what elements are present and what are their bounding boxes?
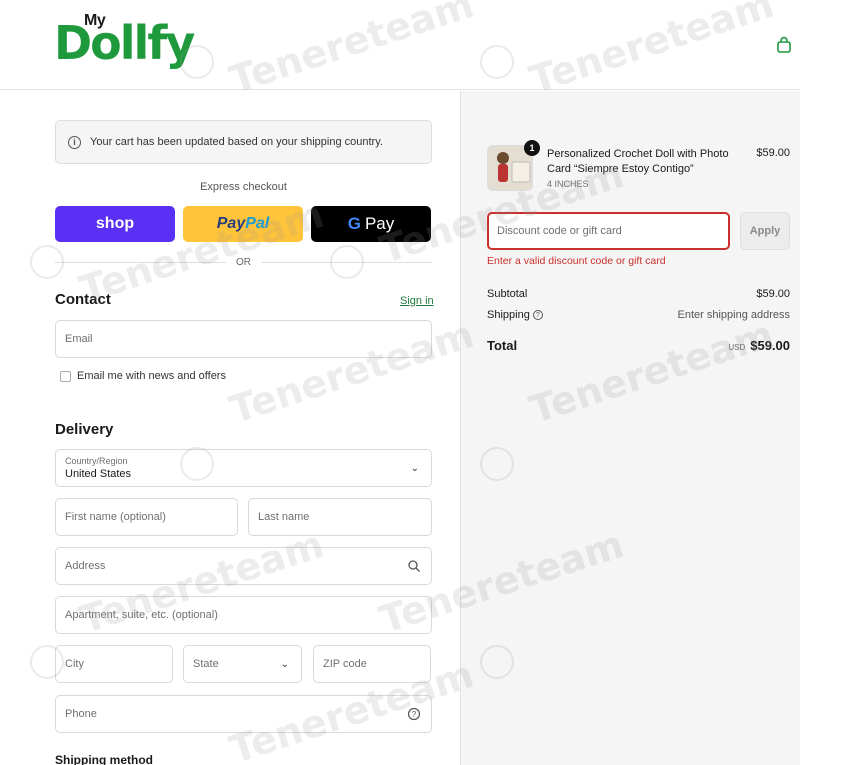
state-select[interactable]: State ⌄: [183, 645, 302, 683]
notice-text: Your cart has been updated based on your…: [90, 136, 383, 148]
info-icon: i: [68, 135, 81, 149]
paypal-button[interactable]: Pay Pal: [183, 206, 303, 242]
country-label: Country/Region: [65, 456, 128, 466]
chevron-down-icon: ⌄: [410, 463, 419, 474]
shop-pay-button[interactable]: shop: [55, 206, 175, 242]
shipping-label: Shipping: [487, 309, 530, 321]
email-field[interactable]: Email: [55, 320, 432, 358]
shopping-bag-icon[interactable]: [775, 36, 793, 54]
svg-text:?: ?: [412, 710, 417, 719]
product-variant: 4 INCHES: [547, 179, 589, 189]
help-circle-icon[interactable]: ?: [532, 310, 543, 321]
google-pay-label: Pay: [364, 214, 395, 233]
subtotal-label: Subtotal: [487, 288, 528, 300]
phone-field[interactable]: Phone ?: [55, 695, 432, 733]
address-field[interactable]: Address: [55, 547, 432, 585]
email-placeholder: Email: [65, 333, 93, 345]
newsletter-checkbox[interactable]: [60, 370, 71, 382]
google-g-icon: G: [347, 214, 361, 233]
delivery-title: Delivery: [55, 421, 114, 438]
phone-placeholder: Phone: [65, 708, 97, 720]
total-row: Total USD $59.00: [487, 338, 790, 353]
shipping-row: Shipping? Enter shipping address: [487, 309, 790, 321]
state-placeholder: State: [193, 658, 219, 670]
right-margin: [800, 0, 843, 765]
total-value: $59.00: [750, 338, 790, 353]
chevron-down-icon: ⌄: [280, 659, 289, 670]
brand-logo[interactable]: My Dollfy: [54, 10, 195, 78]
discount-code-field[interactable]: Discount code or gift card: [487, 212, 730, 250]
zip-placeholder: ZIP code: [323, 658, 367, 670]
google-pay-button[interactable]: G Pay: [311, 206, 431, 242]
paypal-label-pal: Pal: [245, 215, 270, 232]
cart-updated-notice: i Your cart has been updated based on yo…: [55, 120, 432, 164]
last-name-placeholder: Last name: [258, 511, 310, 523]
discount-error: Enter a valid discount code or gift card: [487, 255, 666, 267]
last-name-field[interactable]: Last name: [248, 498, 432, 536]
city-field[interactable]: City: [55, 645, 173, 683]
shipping-method-title: Shipping method: [55, 753, 153, 765]
header: My Dollfy: [0, 0, 800, 90]
sign-in-link[interactable]: Sign in: [400, 295, 434, 307]
shipping-value: Enter shipping address: [677, 309, 790, 321]
address-placeholder: Address: [65, 560, 106, 572]
country-value: United States: [65, 468, 132, 480]
country-select[interactable]: Country/Region United States ⌄: [55, 449, 432, 487]
help-circle-icon[interactable]: ?: [407, 707, 421, 721]
quantity-badge: 1: [524, 140, 540, 156]
product-price: $59.00: [756, 147, 790, 159]
zip-field[interactable]: ZIP code: [313, 645, 431, 683]
first-name-field[interactable]: First name (optional): [55, 498, 238, 536]
total-label: Total: [487, 338, 518, 353]
city-placeholder: City: [65, 658, 84, 670]
search-icon: [408, 560, 420, 572]
or-label: OR: [236, 256, 251, 268]
apartment-field[interactable]: Apartment, suite, etc. (optional): [55, 596, 432, 634]
newsletter-label: Email me with news and offers: [77, 370, 226, 382]
contact-title: Contact: [55, 291, 111, 308]
logo-name: Dollfy: [54, 16, 195, 70]
or-divider: OR: [55, 256, 432, 268]
shop-pay-label: shop: [95, 215, 135, 232]
paypal-label-pay: Pay: [216, 215, 246, 232]
divider-line: [55, 261, 226, 263]
newsletter-checkbox-row[interactable]: Email me with news and offers: [60, 370, 226, 382]
apartment-placeholder: Apartment, suite, etc. (optional): [65, 609, 218, 621]
order-summary-panel: [460, 91, 800, 765]
divider-line: [261, 261, 432, 263]
discount-placeholder: Discount code or gift card: [497, 225, 622, 237]
total-currency: USD: [728, 343, 746, 352]
first-name-placeholder: First name (optional): [65, 511, 166, 523]
express-checkout-label: Express checkout: [200, 181, 287, 193]
subtotal-value: $59.00: [756, 288, 790, 300]
apply-button[interactable]: Apply: [740, 212, 790, 250]
subtotal-row: Subtotal $59.00: [487, 288, 790, 300]
